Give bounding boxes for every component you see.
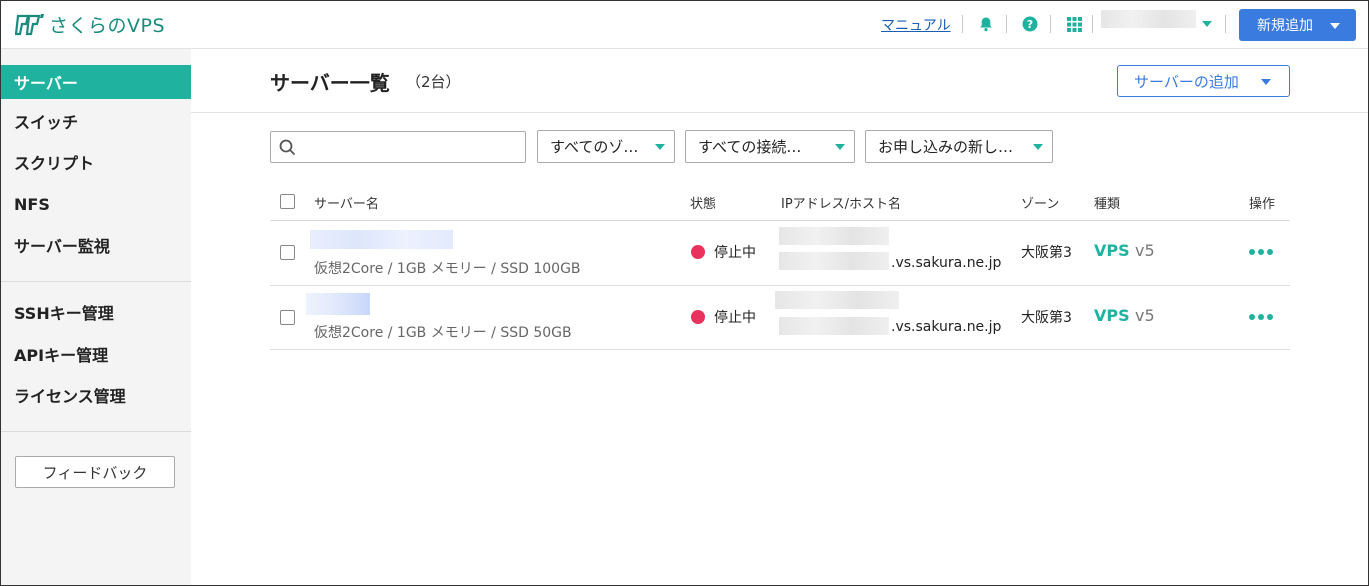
column-header-status[interactable]: 状態 [690,193,716,212]
column-header-ip[interactable]: IPアドレス/ホスト名 [781,193,901,212]
zone-filter-select[interactable]: すべてのゾ… [537,130,675,163]
ip-address [775,291,899,309]
select-all-checkbox[interactable] [280,194,295,209]
search-input[interactable] [303,136,518,158]
ip-address [779,227,889,245]
sidebar-divider [1,281,191,282]
status-stopped-icon [691,245,705,259]
sidebar-item-label: サーバー [14,74,78,93]
logo-text: さくらのVPS [49,15,166,37]
user-account-name[interactable] [1101,10,1196,28]
sort-order-value: お申し込みの新し… [878,138,1014,156]
sidebar-item-label: APIキー管理 [14,346,109,365]
connection-filter-select[interactable]: すべての接続… [685,130,855,163]
chevron-down-icon [655,144,665,150]
main-divider [191,112,1368,113]
hostname-suffix: .vs.sakura.ne.jp [891,319,1002,335]
server-zone: 大阪第3 [1021,310,1072,326]
server-zone: 大阪第3 [1021,245,1072,261]
sidebar-item-label: サーバー監視 [14,237,110,256]
connection-filter-value: すべての接続… [698,138,802,156]
bell-icon[interactable] [977,15,995,33]
add-server-button[interactable]: サーバーの追加 [1117,65,1290,97]
sidebar-item-servers[interactable]: サーバー [1,65,191,99]
row-checkbox[interactable] [280,310,295,325]
add-server-label: サーバーの追加 [1134,72,1239,91]
sidebar-item-licenses[interactable]: ライセンス管理 [1,378,191,412]
server-type: VPS [1094,241,1130,260]
svg-text:?: ? [1027,18,1033,31]
server-version: v5 [1135,306,1155,325]
header-divider [1006,15,1007,33]
sidebar-item-label: スクリプト [14,154,95,173]
sidebar-item-label: ライセンス管理 [14,387,126,406]
zone-filter-value: すべてのゾ… [550,138,639,156]
logo[interactable]: さくらのVPS [15,11,165,38]
server-status: 停止中 [714,245,756,261]
sidebar-item-label: スイッチ [14,113,79,132]
chevron-down-icon [1330,23,1340,29]
sidebar-item-nfs[interactable]: NFS [1,187,191,221]
server-version: v5 [1135,241,1155,260]
server-status: 停止中 [714,310,756,326]
row-divider [270,285,1290,286]
more-icon[interactable] [1249,249,1273,255]
server-count: （2台） [406,73,461,91]
hostname-suffix: .vs.sakura.ne.jp [891,255,1002,271]
page-title: サーバー一覧 [270,71,390,95]
status-stopped-icon [691,310,705,324]
row-checkbox[interactable] [280,245,295,260]
column-header-name[interactable]: サーバー名 [314,193,379,212]
hostname-prefix [779,252,889,270]
chevron-down-icon [1261,79,1271,85]
hostname-prefix [779,317,889,335]
server-spec: 仮想2Core / 1GB メモリー / SSD 50GB [314,325,572,341]
chevron-down-icon[interactable] [1202,21,1212,27]
chevron-down-icon [1033,144,1043,150]
more-icon[interactable] [1249,314,1273,320]
sidebar-item-label: SSHキー管理 [14,304,114,323]
header-divider [1092,15,1093,33]
sakura-logo-icon [15,13,44,35]
header-divider [962,15,963,33]
header-divider [1225,15,1226,33]
column-header-zone[interactable]: ゾーン [1021,193,1059,212]
table-header-divider [270,220,1290,221]
row-divider [270,349,1290,350]
search-field[interactable] [270,131,526,163]
sidebar-item-label: NFS [14,194,50,214]
feedback-button[interactable]: フィードバック [15,456,175,488]
help-icon[interactable]: ? [1021,15,1039,33]
column-header-type[interactable]: 種類 [1094,193,1120,212]
sidebar-item-switches[interactable]: スイッチ [1,104,191,138]
search-icon [279,139,296,156]
apps-grid-icon[interactable] [1065,15,1083,33]
sidebar-item-monitoring[interactable]: サーバー監視 [1,228,191,262]
server-name-link[interactable] [310,230,453,249]
column-header-action: 操作 [1249,197,1276,212]
sidebar-item-scripts[interactable]: スクリプト [1,145,191,179]
sidebar: サーバー スイッチ スクリプト NFS サーバー監視 SSHキー管理 APIキー… [1,49,191,585]
top-header: さくらのVPS マニュアル ? 新規追加 [1,1,1368,49]
manual-link[interactable]: マニュアル [881,15,951,35]
chevron-down-icon [835,144,845,150]
sidebar-item-api-keys[interactable]: APIキー管理 [1,337,191,371]
server-spec: 仮想2Core / 1GB メモリー / SSD 100GB [314,261,581,277]
server-type: VPS [1094,306,1130,325]
sort-order-select[interactable]: お申し込みの新し… [865,130,1053,163]
sidebar-divider [1,431,191,432]
server-name-link[interactable] [306,293,370,315]
sidebar-item-ssh-keys[interactable]: SSHキー管理 [1,295,191,329]
new-add-button[interactable]: 新規追加 [1239,9,1356,41]
header-divider [1050,15,1051,33]
new-add-label: 新規追加 [1257,18,1313,34]
